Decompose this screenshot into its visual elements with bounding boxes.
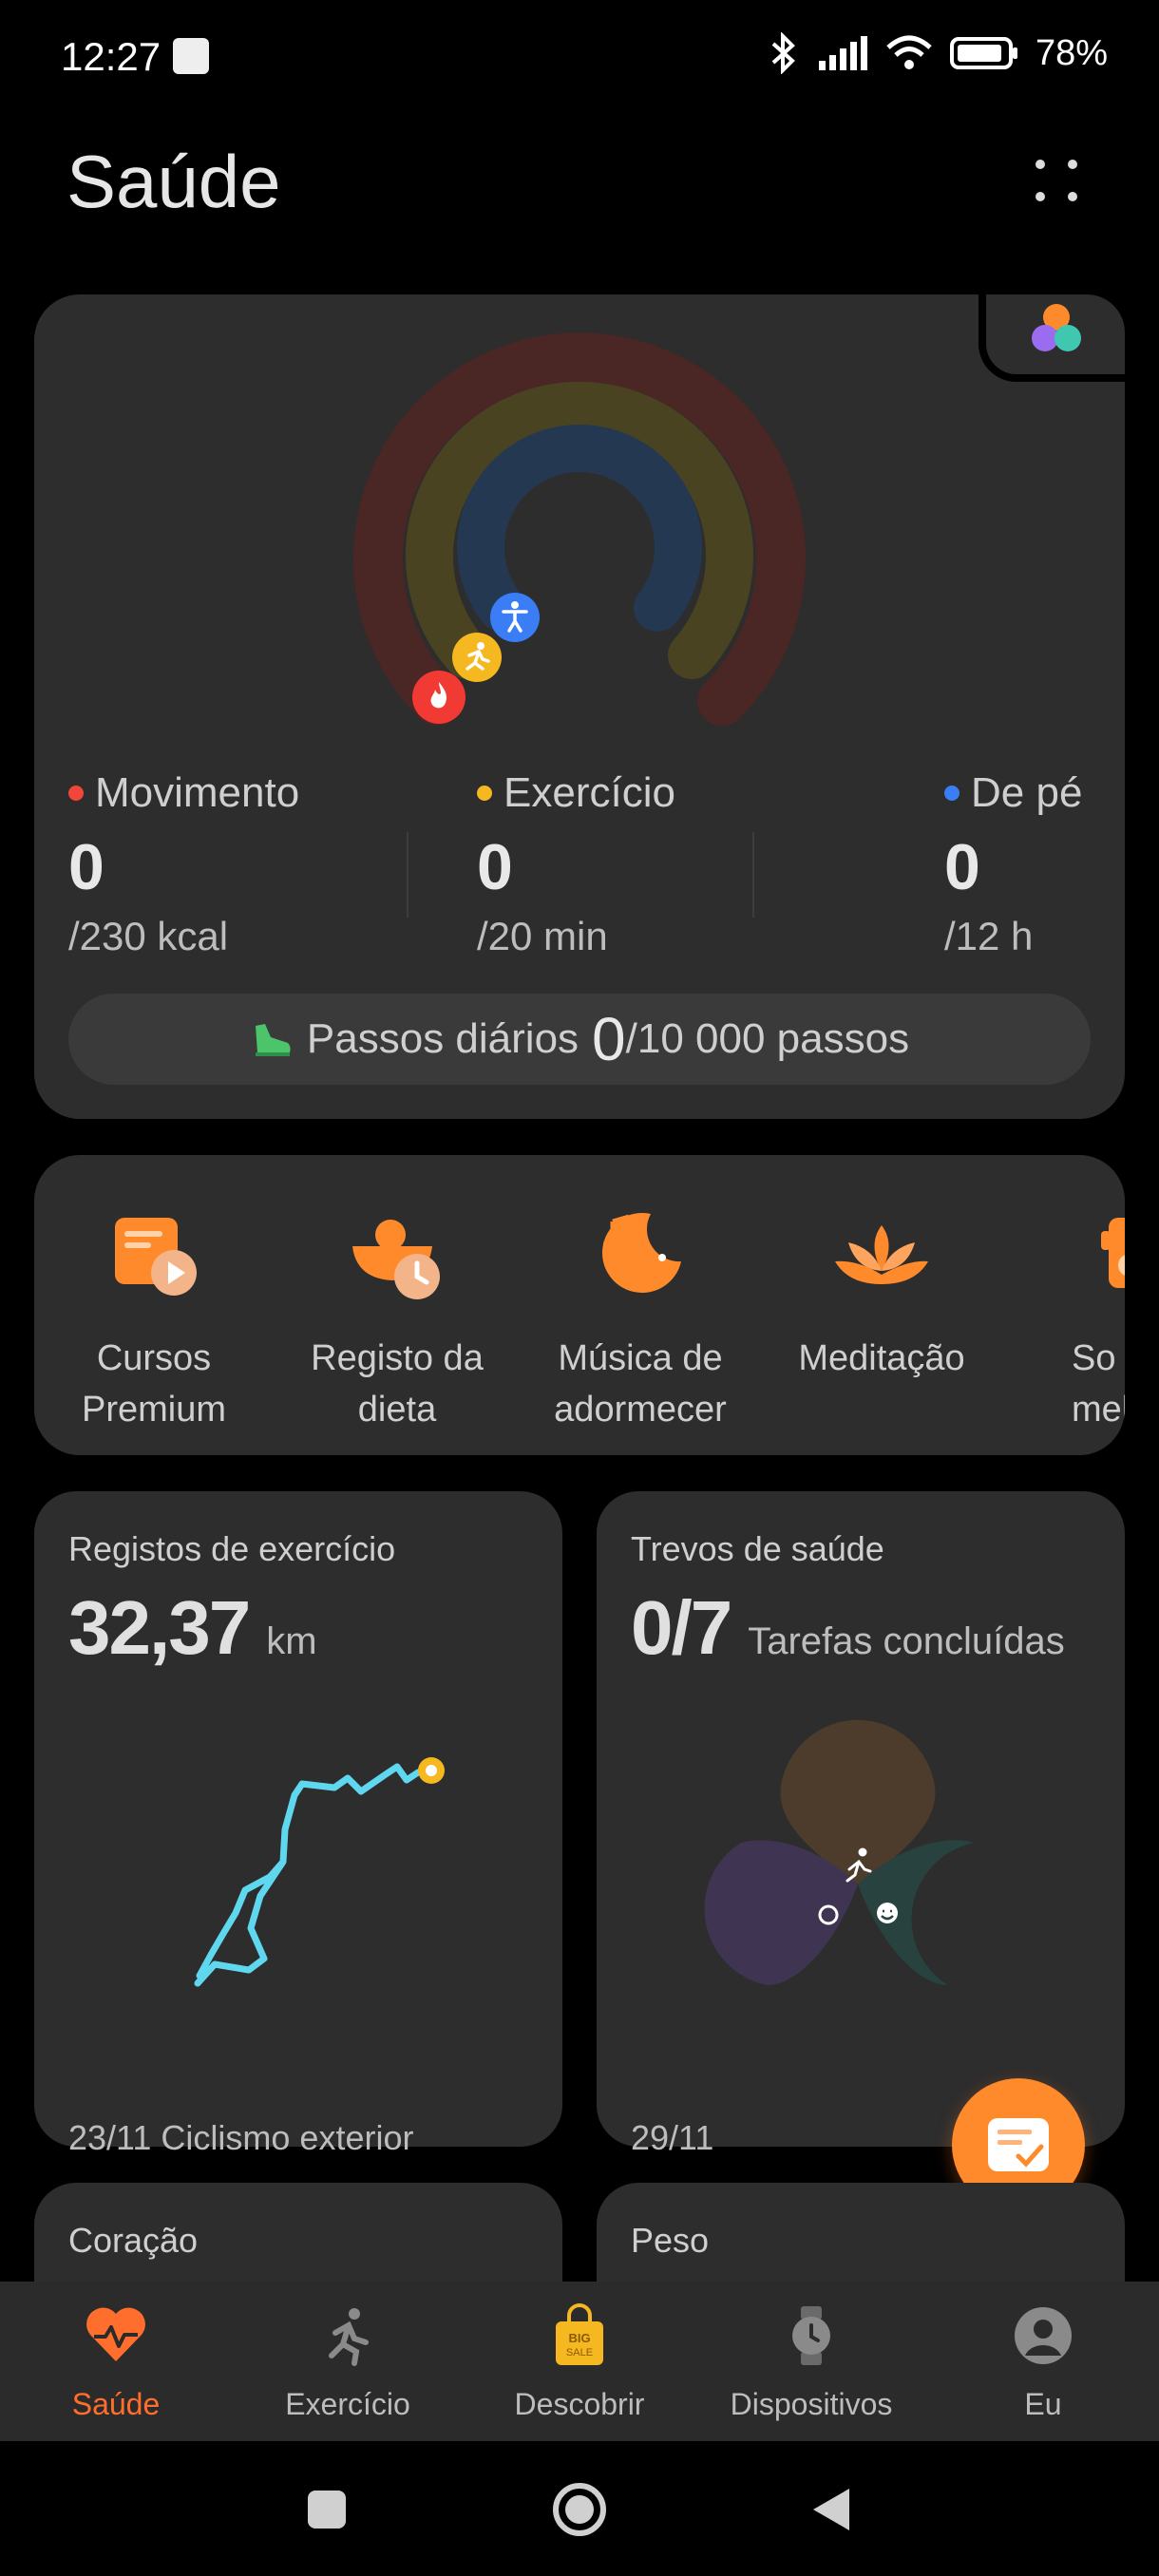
moon-music-icon — [601, 1213, 681, 1294]
status-time: 12:27 — [61, 34, 162, 79]
stat-label: De pé — [971, 769, 1083, 816]
bluetooth-icon — [771, 32, 795, 74]
shortcut-label: Registo da — [311, 1338, 484, 1378]
stat-goal: /230 kcal — [68, 914, 229, 958]
exercise-records-tile[interactable]: Registos de exercício 32,37 km 23/11 Cic… — [34, 1491, 562, 2157]
back-button[interactable] — [809, 2485, 853, 2534]
shortcuts-card: Cursos Premium Registo da dieta Música de a… — [34, 1155, 1125, 1455]
nav-dispositivos[interactable]: Dispositivos — [695, 2302, 927, 2422]
tasks-unit: Tarefas concluídas — [748, 1620, 1065, 1662]
svg-text:BIG: BIG — [568, 2331, 590, 2345]
stat-value: 0 — [477, 831, 513, 903]
stand-ring-icon — [490, 593, 540, 642]
de-pe-dot — [944, 786, 960, 801]
runner-icon — [329, 2308, 369, 2366]
battery-percent: 78% — [1035, 32, 1108, 73]
nav-saude[interactable]: Saúde — [0, 2302, 232, 2422]
rings-settings-button[interactable] — [978, 294, 1125, 382]
stat-movimento: Movimento 0 /230 kcal — [68, 769, 299, 959]
lotus-icon — [835, 1225, 928, 1284]
distance-value: 32,37 — [68, 1585, 251, 1670]
route-map — [194, 1757, 445, 1987]
tile-title: Registos de exercício — [68, 1529, 396, 1568]
nav-label: Descobrir — [514, 2387, 645, 2421]
shortcut-label: meló — [1072, 1390, 1125, 1430]
home-button[interactable] — [551, 2481, 608, 2538]
svg-text:SALE: SALE — [566, 2347, 593, 2358]
shortcut-musica-adormecer[interactable]: Música de adormecer — [526, 1203, 754, 1435]
shoe-icon — [255, 1024, 291, 1056]
clover-chart — [704, 1719, 975, 1985]
stat-goal: /12 h — [944, 914, 1034, 958]
shortcut-registo-dieta[interactable]: Registo da dieta — [283, 1203, 511, 1435]
stat-exercicio: Exercício 0 /20 min — [477, 769, 675, 959]
nav-label: Saúde — [71, 2387, 161, 2421]
recents-button[interactable] — [306, 2489, 348, 2530]
three-circles-icon — [1032, 304, 1081, 351]
divider — [407, 832, 408, 918]
shortcut-label: Música de — [558, 1338, 723, 1378]
nav-exercicio[interactable]: Exercício — [232, 2302, 464, 2422]
page-title: Saúde — [66, 140, 281, 223]
daily-steps-pill[interactable]: Passos diários 0/10 000 passos — [68, 994, 1091, 1085]
tile-footer: 23/11 Ciclismo exterior — [68, 2118, 414, 2157]
shortcut-label: Cursos — [96, 1338, 212, 1378]
video-course-icon — [115, 1218, 197, 1296]
nav-descobrir[interactable]: BIG SALE Descobrir — [464, 2302, 695, 2422]
stat-label: Movimento — [95, 769, 300, 816]
movimento-dot — [68, 786, 84, 801]
steps-goal: /10 000 passos — [625, 1015, 910, 1062]
system-navigation-bar — [0, 2441, 1159, 2576]
tile-title: Trevos de saúde — [631, 1529, 884, 1568]
shortcut-label: Premium — [81, 1390, 227, 1430]
profile-icon — [1015, 2307, 1072, 2364]
notification-icon — [173, 38, 209, 74]
stat-value: 0 — [944, 831, 980, 903]
tile-title: Coração — [68, 2221, 199, 2260]
more-options-button[interactable] — [1026, 152, 1092, 209]
tasks-value: 0/7 — [631, 1585, 732, 1670]
nav-label: Dispositivos — [730, 2387, 893, 2421]
shortcut-meditacao[interactable]: Meditação — [768, 1203, 996, 1384]
shortcut-sons-melodias[interactable]: So meló — [1011, 1203, 1125, 1435]
shortcut-label: dieta — [357, 1390, 437, 1430]
shortcut-label: Meditação — [798, 1338, 965, 1378]
tile-footer: 29/11 — [631, 2118, 714, 2157]
wifi-icon — [886, 35, 932, 69]
tile-title: Peso — [631, 2221, 710, 2260]
stat-goal: /20 min — [477, 914, 608, 958]
battery-icon — [949, 37, 1017, 69]
status-icons: 78% — [768, 32, 1108, 74]
food-bowl-icon — [352, 1220, 440, 1299]
shopping-bag-icon: BIG SALE — [556, 2303, 603, 2365]
health-clover-tile[interactable]: Trevos de saúde 0/7 Tarefas concluídas 2… — [597, 1491, 1125, 2157]
shortcut-cursos-premium[interactable]: Cursos Premium — [40, 1203, 268, 1435]
stat-value: 0 — [68, 831, 104, 903]
stat-label: Exercício — [504, 769, 675, 816]
shortcut-label: So — [1072, 1338, 1116, 1378]
status-bar: 12:27 78% — [0, 0, 1159, 114]
checklist-icon — [988, 2118, 1049, 2171]
nav-eu[interactable]: Eu — [927, 2302, 1159, 2422]
shortcut-label: adormecer — [554, 1390, 727, 1430]
distance-unit: km — [266, 1620, 317, 1662]
bottom-navigation: Saúde Exercício BIG SALE Descobrir Dispos… — [0, 2282, 1159, 2441]
steps-label: Passos diários — [306, 1015, 580, 1062]
nav-label: Exercício — [285, 2387, 410, 2421]
speaker-icon — [1101, 1218, 1125, 1288]
heart-pulse-icon — [86, 2307, 145, 2361]
exercicio-dot — [477, 786, 492, 801]
nav-label: Eu — [1024, 2387, 1062, 2421]
activity-rings-card[interactable]: Movimento 0 /230 kcal Exercício 0 /20 mi… — [34, 294, 1125, 1119]
steps-value: 0 — [592, 1005, 626, 1073]
watch-icon — [792, 2306, 830, 2365]
divider — [752, 832, 754, 918]
signal-icon — [818, 36, 867, 70]
stat-de-pe: De pé 0 /12 h — [944, 769, 1082, 959]
